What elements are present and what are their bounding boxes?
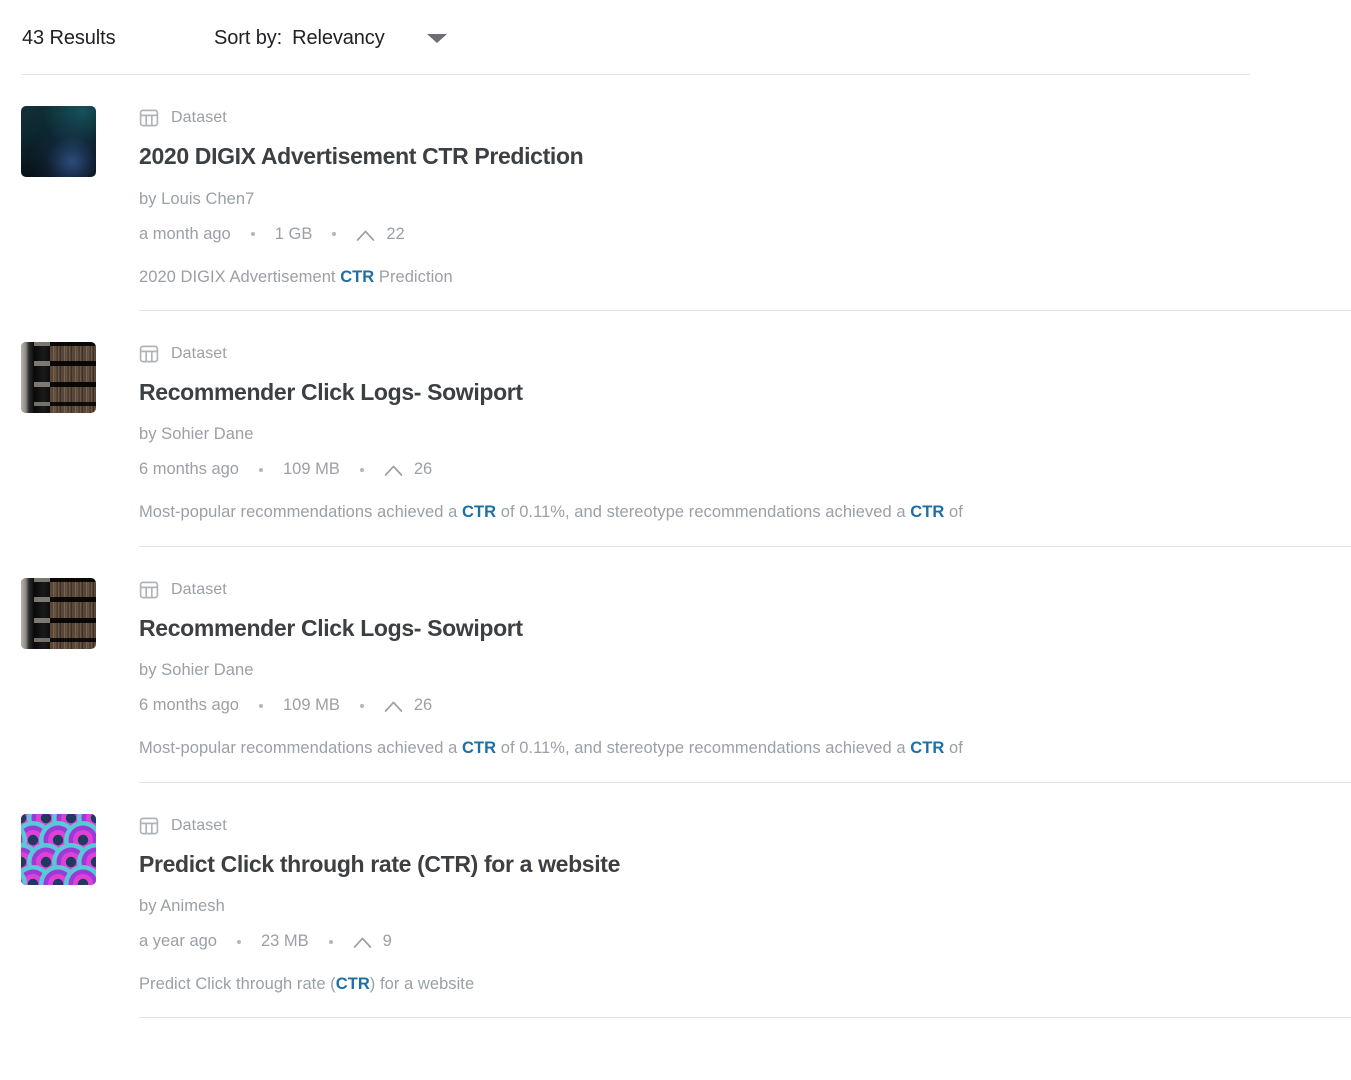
- result-description: 2020 DIGIX Advertisement CTR Prediction: [139, 266, 1250, 288]
- caret-up-icon: [353, 935, 372, 949]
- description-text: of 0.11%, and stereotype recommendations…: [496, 739, 911, 758]
- result-updated: 6 months ago: [139, 696, 239, 715]
- result-meta: 6 months ago 109 MB 26: [139, 460, 1250, 479]
- result-vote-count: 22: [386, 224, 405, 243]
- result-item-2[interactable]: Dataset Recommender Click Logs- Sowiport…: [0, 311, 1351, 547]
- sort-by-value: Relevancy: [292, 27, 385, 49]
- result-votes[interactable]: 26: [384, 696, 432, 715]
- result-author[interactable]: by Sohier Dane: [139, 425, 1250, 444]
- result-type-line: Dataset: [139, 815, 1250, 837]
- description-highlight: CTR: [910, 503, 945, 522]
- description-highlight: CTR: [910, 739, 945, 758]
- result-size: 109 MB: [282, 460, 340, 479]
- caret-up-icon: [384, 463, 403, 477]
- result-updated: a year ago: [139, 932, 217, 951]
- result-vote-count: 9: [382, 932, 392, 951]
- result-item-1[interactable]: Dataset 2020 DIGIX Advertisement CTR Pre…: [0, 75, 1351, 311]
- meta-separator-dot: [332, 232, 337, 237]
- result-content: Dataset Recommender Click Logs- Sowiport…: [139, 575, 1351, 783]
- results-list: Dataset 2020 DIGIX Advertisement CTR Pre…: [0, 75, 1351, 1019]
- result-type-label: Dataset: [171, 580, 227, 598]
- result-title[interactable]: 2020 DIGIX Advertisement CTR Prediction: [139, 143, 1250, 171]
- description-text: Most-popular recommendations achieved a: [139, 503, 463, 522]
- result-thumbnail-library-shelves-photo[interactable]: [21, 341, 96, 413]
- description-text: of: [944, 503, 963, 522]
- result-votes[interactable]: 9: [353, 932, 392, 951]
- result-title[interactable]: Recommender Click Logs- Sowiport: [139, 379, 1250, 407]
- result-thumbnail-scallop-pattern[interactable]: [21, 813, 96, 885]
- result-content: Dataset Recommender Click Logs- Sowiport…: [139, 339, 1351, 547]
- result-author[interactable]: by Sohier Dane: [139, 661, 1250, 680]
- result-updated: 6 months ago: [139, 460, 239, 479]
- result-type-line: Dataset: [139, 107, 1250, 129]
- result-author[interactable]: by Animesh: [139, 897, 1250, 916]
- sort-by-control[interactable]: Sort by: Relevancy: [214, 27, 447, 50]
- result-description: Most-popular recommendations achieved a …: [139, 501, 1250, 523]
- result-title[interactable]: Recommender Click Logs- Sowiport: [139, 615, 1250, 643]
- description-highlight: CTR: [462, 739, 497, 758]
- description-highlight: CTR: [335, 975, 370, 994]
- result-type-label: Dataset: [171, 344, 227, 362]
- result-meta: a year ago 23 MB 9: [139, 932, 1250, 951]
- meta-separator-dot: [258, 467, 263, 472]
- meta-separator-dot: [328, 939, 333, 944]
- search-results-page: 43 Results Sort by: Relevancy Dataset 20…: [0, 0, 1351, 1080]
- description-text: Predict Click through rate (: [139, 975, 336, 994]
- description-text: 2020 DIGIX Advertisement: [139, 267, 341, 286]
- caret-up-icon: [384, 699, 403, 713]
- table-icon: [139, 344, 159, 364]
- result-description: Most-popular recommendations achieved a …: [139, 737, 1250, 759]
- sort-by-label: Sort by:: [214, 27, 283, 49]
- chevron-down-icon[interactable]: [426, 34, 447, 43]
- description-text: of 0.11%, and stereotype recommendations…: [496, 503, 911, 522]
- caret-up-icon: [356, 228, 375, 241]
- result-votes[interactable]: 26: [384, 460, 432, 479]
- description-highlight: CTR: [340, 267, 375, 286]
- result-item-3[interactable]: Dataset Recommender Click Logs- Sowiport…: [0, 547, 1351, 783]
- description-highlight: CTR: [462, 503, 497, 522]
- result-meta: a month ago 1 GB 22: [139, 225, 1250, 244]
- result-votes[interactable]: 22: [356, 224, 405, 244]
- table-icon: [139, 108, 159, 128]
- result-thumbnail-dark-teal-gradient[interactable]: [21, 106, 96, 177]
- result-type-label: Dataset: [171, 816, 227, 834]
- description-text: of: [944, 739, 963, 758]
- result-vote-count: 26: [413, 696, 433, 715]
- result-type-line: Dataset: [139, 343, 1250, 365]
- description-text: ) for a website: [369, 975, 475, 994]
- description-text: Prediction: [374, 267, 453, 286]
- description-text: Most-popular recommendations achieved a: [139, 739, 463, 758]
- result-content: Dataset 2020 DIGIX Advertisement CTR Pre…: [139, 103, 1351, 311]
- result-description: Predict Click through rate (CTR) for a w…: [139, 973, 1250, 995]
- table-icon: [139, 816, 159, 836]
- meta-separator-dot: [236, 939, 241, 944]
- result-size: 1 GB: [274, 224, 313, 243]
- meta-separator-dot: [359, 467, 364, 472]
- result-size: 23 MB: [260, 932, 309, 951]
- result-title[interactable]: Predict Click through rate (CTR) for a w…: [139, 851, 1250, 879]
- result-author[interactable]: by Louis Chen7: [139, 190, 1250, 209]
- result-meta: 6 months ago 109 MB 26: [139, 696, 1250, 715]
- table-icon: [139, 580, 159, 600]
- result-vote-count: 26: [413, 460, 433, 479]
- result-thumbnail-library-shelves-photo[interactable]: [21, 577, 96, 649]
- result-size: 109 MB: [282, 696, 340, 715]
- result-content: Dataset Predict Click through rate (CTR)…: [139, 811, 1351, 1019]
- meta-separator-dot: [359, 703, 364, 708]
- meta-separator-dot: [250, 232, 255, 237]
- result-updated: a month ago: [139, 224, 231, 243]
- result-type-line: Dataset: [139, 579, 1250, 601]
- meta-separator-dot: [258, 703, 263, 708]
- result-type-label: Dataset: [171, 109, 227, 126]
- results-toolbar: 43 Results Sort by: Relevancy: [0, 0, 1351, 73]
- result-item-4[interactable]: Dataset Predict Click through rate (CTR)…: [0, 783, 1351, 1019]
- results-count: 43 Results: [22, 27, 116, 49]
